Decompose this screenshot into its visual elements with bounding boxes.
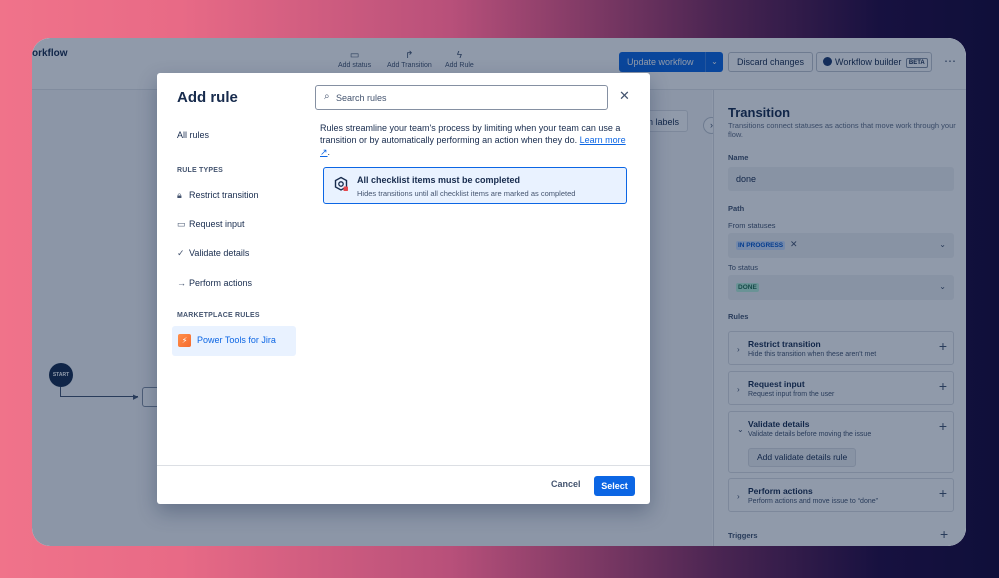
rule-types-heading: RULE TYPES bbox=[177, 167, 223, 174]
dialog-description: Rules streamline your team's process by … bbox=[320, 123, 626, 157]
rule-option-title: All checklist items must be completed bbox=[357, 175, 521, 185]
rule-option-subtitle: Hides transitions until all checklist it… bbox=[357, 189, 576, 198]
check-icon: ✓ bbox=[177, 248, 185, 258]
dialog-title: Add rule bbox=[177, 89, 238, 106]
nav-validate-details[interactable]: ✓ Validate details bbox=[177, 246, 249, 260]
nav-perform-actions[interactable]: → Perform actions bbox=[177, 276, 252, 290]
divider bbox=[157, 465, 650, 466]
lock-icon: 🔒︎ bbox=[177, 190, 182, 200]
close-icon[interactable]: ✕ bbox=[619, 89, 630, 103]
power-tools-logo-icon: ⚡︎ bbox=[178, 334, 191, 347]
nav-power-tools-for-jira[interactable]: ⚡︎ Power Tools for Jira bbox=[172, 326, 296, 356]
search-rules-field[interactable]: ⌕ bbox=[315, 85, 608, 110]
search-icon: ⌕ bbox=[324, 91, 330, 102]
select-button[interactable]: Select bbox=[594, 476, 635, 496]
nav-restrict-transition[interactable]: 🔒︎ Restrict transition bbox=[177, 188, 259, 202]
cancel-button[interactable]: Cancel bbox=[551, 479, 581, 489]
arrow-right-icon: → bbox=[177, 278, 186, 288]
search-input[interactable] bbox=[336, 89, 596, 106]
checklist-rule-icon bbox=[334, 176, 348, 191]
rule-option-card[interactable]: All checklist items must be completed Hi… bbox=[323, 167, 627, 204]
nav-all-rules[interactable]: All rules bbox=[177, 130, 209, 140]
marketplace-rules-heading: MARKETPLACE RULES bbox=[177, 312, 260, 319]
input-icon: ▭ bbox=[177, 219, 186, 229]
nav-request-input[interactable]: ▭ Request input bbox=[177, 217, 245, 231]
add-rule-dialog: Add rule All rules RULE TYPES 🔒︎ Restrict… bbox=[157, 73, 650, 504]
